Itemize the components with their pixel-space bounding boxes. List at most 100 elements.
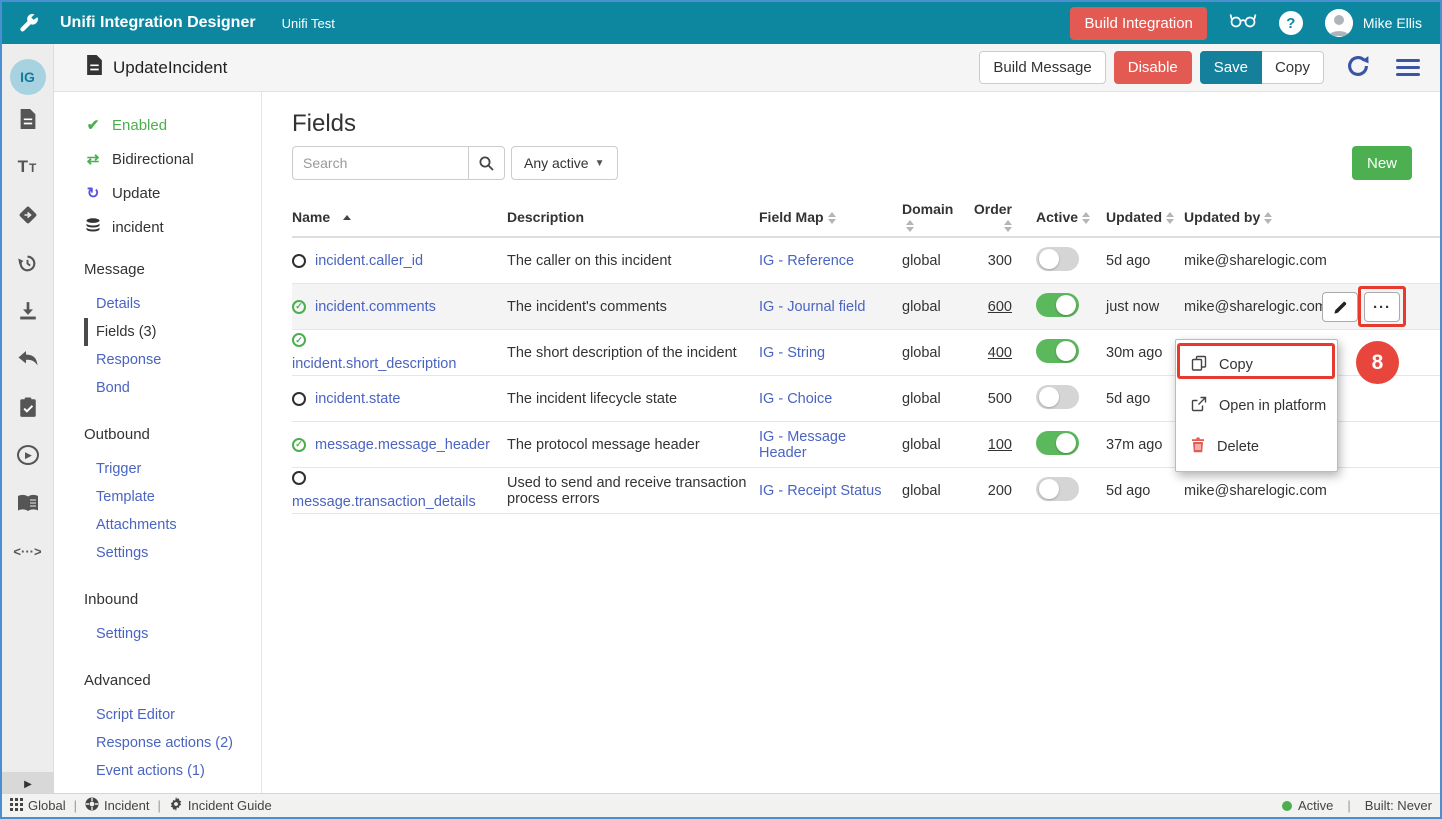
history-icon[interactable] xyxy=(2,239,54,287)
field-status-icon xyxy=(292,254,306,268)
glasses-icon[interactable] xyxy=(1229,12,1257,34)
built-status-label: Built: Never xyxy=(1365,798,1432,813)
field-map-link[interactable]: IG - Choice xyxy=(759,391,832,407)
col-order[interactable]: Order xyxy=(972,201,1036,233)
user-name[interactable]: Mike Ellis xyxy=(1363,15,1422,31)
field-map-link[interactable]: IG - Receipt Status xyxy=(759,483,882,499)
menu-item-copy[interactable]: Copy xyxy=(1176,344,1337,385)
field-status-icon xyxy=(292,333,306,347)
menu-icon[interactable] xyxy=(1392,51,1424,84)
sidebar-item-response-actions[interactable]: Response actions (2) xyxy=(84,729,261,757)
sidebar-item-script-editor[interactable]: Script Editor xyxy=(84,701,261,729)
sidebar-item-bond[interactable]: Bond xyxy=(84,374,261,402)
sidebar-item-inbound-settings[interactable]: Settings xyxy=(84,620,261,648)
active-filter-dropdown[interactable]: Any active ▼ xyxy=(511,146,618,180)
field-map-link[interactable]: IG - Message Header xyxy=(759,429,846,461)
page-section-title: Fields xyxy=(292,110,1442,138)
code-icon[interactable]: <···> xyxy=(2,527,54,575)
table-row[interactable]: incident.caller_id The caller on this in… xyxy=(292,238,1442,284)
field-updated: 5d ago xyxy=(1106,391,1184,407)
field-description: The incident's comments xyxy=(507,299,759,315)
search-input[interactable] xyxy=(292,146,469,180)
disable-button[interactable]: Disable xyxy=(1114,51,1192,84)
field-name-link[interactable]: incident.comments xyxy=(315,299,436,315)
statusbar-incident[interactable]: Incident xyxy=(85,797,150,814)
app-title: Unifi Integration Designer xyxy=(60,14,256,32)
field-order: 500 xyxy=(988,391,1012,407)
table-row[interactable]: message.transaction_details Used to send… xyxy=(292,468,1442,514)
col-active[interactable]: Active xyxy=(1036,209,1106,225)
send-icon[interactable] xyxy=(2,191,54,239)
separator: | xyxy=(1347,798,1350,813)
clipboard-check-icon[interactable] xyxy=(2,383,54,431)
active-toggle[interactable] xyxy=(1036,339,1079,363)
field-name-link[interactable]: incident.short_description xyxy=(292,356,456,372)
lifebuoy-icon xyxy=(85,797,99,814)
play-icon[interactable]: ▶ xyxy=(2,431,54,479)
field-name-link[interactable]: message.message_header xyxy=(315,437,490,453)
build-integration-button[interactable]: Build Integration xyxy=(1070,7,1206,40)
sidebar-item-event-actions[interactable]: Event actions (1) xyxy=(84,757,261,785)
field-map-link[interactable]: IG - String xyxy=(759,345,825,361)
ellipsis-icon[interactable]: ··· xyxy=(1364,292,1400,322)
statusbar-label: Incident xyxy=(104,798,150,813)
col-updated[interactable]: Updated xyxy=(1106,209,1184,225)
field-updated-by: mike@sharelogic.com xyxy=(1184,253,1364,269)
field-status-icon xyxy=(292,392,306,406)
col-description[interactable]: Description xyxy=(507,209,759,225)
new-button[interactable]: New xyxy=(1352,146,1412,180)
integration-avatar[interactable]: IG xyxy=(10,59,46,95)
sidebar-item-template[interactable]: Template xyxy=(84,483,261,511)
table-row[interactable]: incident.comments The incident's comment… xyxy=(292,284,1442,330)
field-name-link[interactable]: message.transaction_details xyxy=(292,494,476,510)
separator: | xyxy=(158,798,161,813)
avatar-icon[interactable] xyxy=(1325,9,1353,37)
sidebar-item-outbound-settings[interactable]: Settings xyxy=(84,539,261,567)
statusbar-global[interactable]: Global xyxy=(10,798,66,814)
book-icon[interactable] xyxy=(2,479,54,527)
menu-item-delete[interactable]: Delete xyxy=(1176,426,1337,467)
col-domain[interactable]: Domain xyxy=(902,201,972,233)
col-updated-by[interactable]: Updated by xyxy=(1184,209,1364,225)
active-toggle[interactable] xyxy=(1036,385,1079,409)
sidebar-item-details[interactable]: Details xyxy=(84,290,261,318)
copy-button[interactable]: Copy xyxy=(1262,51,1324,84)
gear-icon xyxy=(169,797,183,814)
active-toggle[interactable] xyxy=(1036,477,1079,501)
table-header: Name Description Field Map Domain Order … xyxy=(292,198,1442,238)
field-status-icon xyxy=(292,300,306,314)
statusbar-label: Incident Guide xyxy=(188,798,272,813)
reply-icon[interactable] xyxy=(2,335,54,383)
trash-icon xyxy=(1191,437,1205,457)
edit-pencil-icon[interactable] xyxy=(1322,292,1358,322)
active-status-label: Active xyxy=(1298,798,1333,813)
sidebar-item-response[interactable]: Response xyxy=(84,346,261,374)
field-map-link[interactable]: IG - Journal field xyxy=(759,299,865,315)
active-toggle[interactable] xyxy=(1036,247,1079,271)
sidebar-item-trigger[interactable]: Trigger xyxy=(84,455,261,483)
build-message-button[interactable]: Build Message xyxy=(979,51,1105,84)
active-toggle[interactable] xyxy=(1036,293,1079,317)
field-order: 200 xyxy=(988,483,1012,499)
refresh-icon[interactable] xyxy=(1342,50,1374,85)
help-icon[interactable]: ? xyxy=(1279,11,1303,35)
menu-item-open-in-platform[interactable]: Open in platform xyxy=(1176,385,1337,426)
field-map-link[interactable]: IG - Reference xyxy=(759,253,854,269)
col-field-map[interactable]: Field Map xyxy=(759,209,902,225)
search-icon[interactable] xyxy=(469,146,505,180)
statusbar-incident-guide[interactable]: Incident Guide xyxy=(169,797,272,814)
field-status-icon xyxy=(292,438,306,452)
sidebar-item-bidirectional: ⇄ Bidirectional xyxy=(84,150,261,168)
save-button[interactable]: Save xyxy=(1200,51,1262,84)
active-toggle[interactable] xyxy=(1036,431,1079,455)
download-icon[interactable] xyxy=(2,287,54,335)
file-icon[interactable] xyxy=(2,95,54,143)
field-name-link[interactable]: incident.caller_id xyxy=(315,253,423,269)
field-description: The caller on this incident xyxy=(507,253,759,269)
text-icon[interactable]: TT xyxy=(2,143,54,191)
field-name-link[interactable]: incident.state xyxy=(315,391,400,407)
statusbar: Global | Incident | Incident Guide Activ… xyxy=(2,793,1440,817)
sidebar-item-fields[interactable]: Fields (3) xyxy=(84,318,261,346)
col-name[interactable]: Name xyxy=(292,209,507,225)
sidebar-item-attachments[interactable]: Attachments xyxy=(84,511,261,539)
